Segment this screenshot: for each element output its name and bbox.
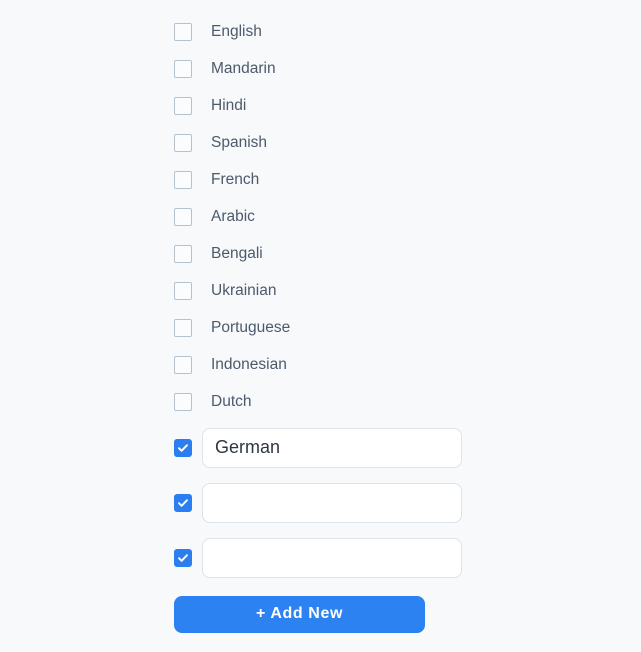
checkbox-spanish[interactable] [174,133,192,152]
checkbox-arabic[interactable] [174,207,192,226]
list-item-label: Portuguese [211,318,291,336]
list-item-label: Hindi [211,96,247,114]
list-item-label: Indonesian [211,355,287,373]
checkbox-french[interactable] [174,170,192,189]
list-item[interactable]: French [174,161,594,198]
list-item-label: Arabic [211,207,255,225]
add-new-row: + Add New [174,589,594,639]
checkbox-indonesian[interactable] [174,355,192,374]
checkbox-mandarin[interactable] [174,59,192,78]
list-item-label: Ukrainian [211,281,277,299]
check-icon [178,498,188,507]
add-new-button[interactable]: + Add New [174,595,425,633]
list-item[interactable]: Portuguese [174,309,594,346]
check-icon [178,553,188,562]
list-item-label: English [211,22,262,40]
list-item[interactable]: Hindi [174,87,594,124]
custom-entry-row [174,530,594,585]
list-item-label: Mandarin [211,59,276,77]
custom-language-input-2[interactable] [202,482,462,523]
list-item[interactable]: Ukrainian [174,272,594,309]
checkbox-dutch[interactable] [174,392,192,411]
language-checkbox-list: English Mandarin Hindi Spanish French Ar… [174,13,594,639]
checkbox-bengali[interactable] [174,244,192,263]
list-item[interactable]: Arabic [174,198,594,235]
list-item-label: Dutch [211,392,252,410]
custom-entry-row [174,475,594,530]
list-item-label: Bengali [211,244,263,262]
checkbox-custom-entry-3[interactable] [174,548,192,567]
list-item-label: French [211,170,260,188]
checkbox-english[interactable] [174,22,192,41]
list-item[interactable]: English [174,13,594,50]
checkbox-portuguese[interactable] [174,318,192,337]
list-item[interactable]: Spanish [174,124,594,161]
custom-language-input-3[interactable] [202,537,462,578]
checkbox-ukrainian[interactable] [174,281,192,300]
checkbox-hindi[interactable] [174,96,192,115]
check-icon [178,443,188,452]
list-item[interactable]: Indonesian [174,346,594,383]
list-item[interactable]: Bengali [174,235,594,272]
custom-language-input-1[interactable] [202,427,462,468]
checkbox-custom-entry-2[interactable] [174,493,192,512]
page-root: English Mandarin Hindi Spanish French Ar… [0,0,641,652]
list-item[interactable]: Dutch [174,383,594,420]
custom-entry-row [174,420,594,475]
checkbox-custom-entry-1[interactable] [174,438,192,457]
list-item-label: Spanish [211,133,268,151]
list-item[interactable]: Mandarin [174,50,594,87]
